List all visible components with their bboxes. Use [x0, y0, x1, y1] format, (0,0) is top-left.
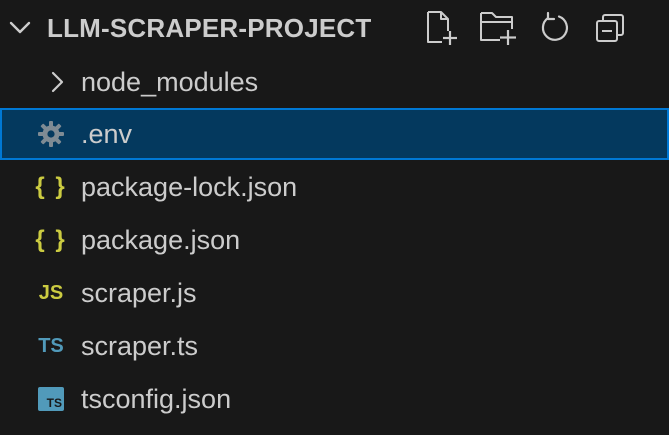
tree-item-label: package-lock.json	[81, 172, 298, 202]
new-folder-icon	[478, 9, 518, 47]
refresh-button[interactable]	[535, 8, 575, 48]
new-folder-button[interactable]	[478, 8, 518, 48]
tree-item-label: .env	[81, 119, 133, 149]
collapse-all-button[interactable]	[590, 8, 630, 48]
typescript-icon: TS	[38, 335, 64, 357]
tree-item-label: tsconfig.json	[81, 384, 232, 414]
new-file-button[interactable]	[420, 8, 460, 48]
tree-item-label: scraper.ts	[81, 331, 199, 361]
tree-item-tsconfig-json[interactable]: TS tsconfig.json	[0, 373, 669, 425]
json-icon: { }	[35, 226, 67, 253]
explorer-actions	[420, 8, 660, 48]
tree-item-env[interactable]: .env	[0, 108, 669, 160]
tsconfig-icon: TS	[34, 385, 68, 413]
collapse-all-icon	[593, 11, 627, 45]
tree-item-scraper-ts[interactable]: TS scraper.ts	[0, 320, 669, 372]
chevron-right-icon[interactable]	[40, 68, 74, 96]
tree-item-package-json[interactable]: { } package.json	[0, 214, 669, 266]
gear-icon	[34, 120, 68, 148]
project-title[interactable]: LLM-SCRAPER-PROJECT	[47, 11, 371, 45]
tree-item-scraper-js[interactable]: JS scraper.js	[0, 267, 669, 319]
tree-item-node-modules[interactable]: node_modules	[0, 56, 669, 108]
new-file-icon	[422, 9, 458, 47]
chevron-down-icon[interactable]	[6, 14, 34, 42]
tree-item-label: node_modules	[81, 67, 259, 97]
json-icon: { }	[35, 173, 67, 200]
file-explorer: LLM-SCRAPER-PROJECT node_modules .env {…	[0, 0, 669, 435]
tree-item-label: scraper.js	[81, 278, 197, 308]
tree-item-label: package.json	[81, 225, 241, 255]
javascript-icon: JS	[38, 282, 64, 304]
tree-item-package-lock-json[interactable]: { } package-lock.json	[0, 161, 669, 213]
explorer-header[interactable]: LLM-SCRAPER-PROJECT	[0, 0, 669, 55]
refresh-icon	[538, 11, 572, 45]
